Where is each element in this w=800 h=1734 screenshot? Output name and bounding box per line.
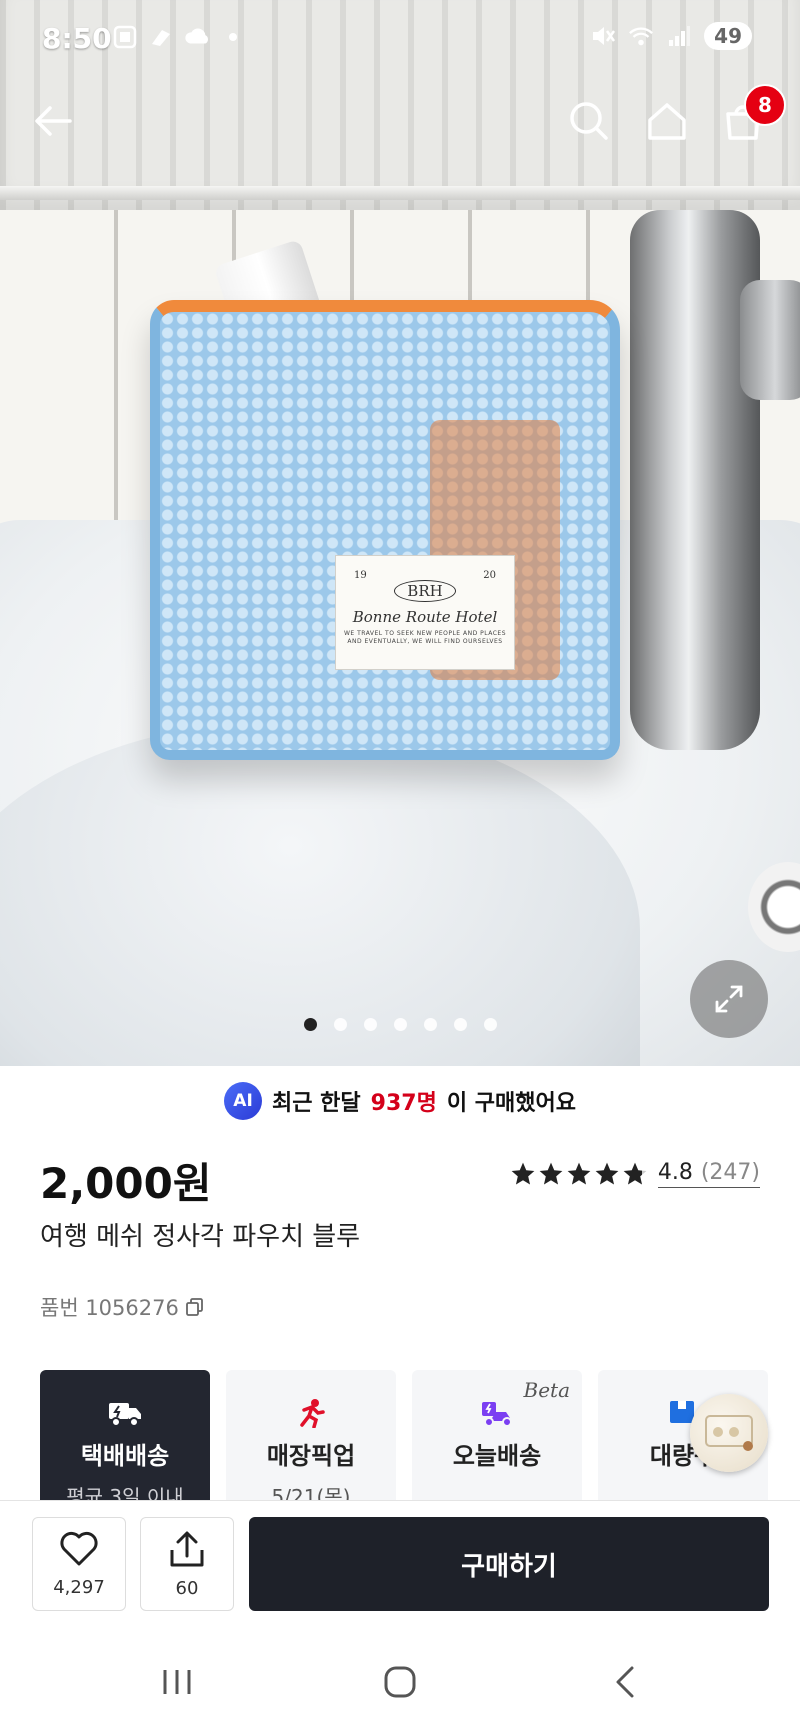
pouch-label: 19 20 BRH Bonne Route Hotel WE TRAVEL TO… xyxy=(335,555,515,670)
back-nav-icon[interactable] xyxy=(600,1660,650,1704)
review-count: (247) xyxy=(700,1160,760,1185)
delivery-option-today[interactable]: Beta 오늘배송 xyxy=(412,1370,582,1500)
label-year-left: 19 xyxy=(354,570,367,581)
share-count: 60 xyxy=(175,1577,199,1599)
delivery-title: 매장픽업 xyxy=(266,1442,356,1470)
label-tagline: WE TRAVEL TO SEEK NEW PEOPLE AND PLACES … xyxy=(343,629,507,645)
top-app-bar xyxy=(0,88,800,158)
search-icon[interactable] xyxy=(564,96,614,146)
delivery-option-store-pickup[interactable]: 매장픽업 5/21(목) xyxy=(226,1370,396,1500)
gallery-pagination xyxy=(0,1018,800,1031)
truck-icon xyxy=(108,1398,142,1428)
star-icon xyxy=(567,1162,591,1185)
sku-label: 품번 1056276 xyxy=(40,1296,179,1320)
bottom-action-bar: 4,297 60 구매하기 xyxy=(0,1500,800,1630)
notice-prefix: 최근 한달 xyxy=(272,1091,361,1116)
like-count: 4,297 xyxy=(53,1576,105,1598)
purchase-count: 937명 xyxy=(370,1091,437,1116)
product-price: 2,000원 xyxy=(40,1159,212,1208)
app-notification-icon xyxy=(148,24,174,50)
product-image-gallery[interactable]: 19 20 BRH Bonne Route Hotel WE TRAVEL TO… xyxy=(0,0,800,1066)
scooter-icon xyxy=(480,1398,514,1428)
rating-summary[interactable]: 4.8 (247) xyxy=(510,1160,760,1188)
heart-icon xyxy=(59,1531,99,1571)
delivery-options: 택배배송 평균 3일 이내 매장픽업 5/21(목) Beta 오늘배송 대량구 xyxy=(40,1370,800,1500)
label-script: Bonne Route Hotel xyxy=(352,607,498,626)
star-icon xyxy=(539,1162,563,1185)
product-sku: 품번 1056276 xyxy=(40,1292,205,1322)
gallery-dot[interactable] xyxy=(393,1018,407,1031)
floating-product-thumbnail[interactable] xyxy=(690,1394,768,1472)
wifi-icon xyxy=(628,23,654,49)
like-button[interactable]: 4,297 xyxy=(32,1517,126,1611)
faucet-arm xyxy=(740,280,800,400)
delivery-title: 택배배송 xyxy=(80,1442,170,1470)
label-brand-mark: BRH xyxy=(394,579,456,602)
rating-link[interactable]: 4.8 (247) xyxy=(657,1160,760,1188)
recent-purchase-notice: AI 최근 한달 937명 이 구매했어요 xyxy=(0,1082,800,1120)
cloud-icon xyxy=(184,24,210,50)
rating-stars xyxy=(510,1161,648,1187)
back-arrow-icon[interactable] xyxy=(28,96,78,146)
expand-icon xyxy=(715,985,743,1013)
notice-suffix: 이 구매했어요 xyxy=(446,1091,576,1116)
gallery-dot[interactable] xyxy=(333,1018,347,1031)
rating-score: 4.8 xyxy=(657,1160,693,1185)
recent-apps-icon[interactable] xyxy=(152,1660,202,1704)
star-icon xyxy=(595,1162,619,1185)
beta-tag: Beta xyxy=(523,1378,571,1402)
screenshot-icon xyxy=(112,24,138,50)
more-notifications-dot-icon xyxy=(220,24,246,50)
gallery-dot[interactable] xyxy=(363,1018,377,1031)
home-icon[interactable] xyxy=(642,96,692,146)
delivery-sub: 평균 3일 이내 xyxy=(66,1485,184,1500)
runner-icon xyxy=(294,1398,328,1429)
delivery-title: 오늘배송 xyxy=(452,1442,542,1470)
product-name: 여행 메쉬 정사각 파우치 블루 xyxy=(40,1222,361,1252)
star-icon xyxy=(511,1162,535,1185)
share-icon xyxy=(167,1530,207,1572)
gallery-dot[interactable] xyxy=(453,1018,467,1031)
system-navigation-bar xyxy=(0,1630,800,1734)
home-nav-icon[interactable] xyxy=(375,1660,425,1704)
battery-indicator: 49 xyxy=(704,22,752,50)
copy-icon[interactable] xyxy=(185,1297,205,1317)
mute-icon xyxy=(590,23,616,49)
gallery-dot[interactable] xyxy=(423,1018,437,1031)
label-year-right: 20 xyxy=(483,570,496,581)
star-icon xyxy=(623,1162,647,1185)
status-time: 8:50 xyxy=(42,22,112,55)
delivery-sub: 5/21(목) xyxy=(271,1485,351,1500)
ai-badge: AI xyxy=(224,1082,263,1120)
signal-icon xyxy=(666,23,692,49)
cart-count-badge: 8 xyxy=(744,84,786,126)
gallery-dot[interactable] xyxy=(483,1018,497,1031)
share-button[interactable]: 60 xyxy=(140,1517,234,1611)
gallery-dot[interactable] xyxy=(303,1018,317,1031)
status-bar: 8:50 49 xyxy=(0,0,800,80)
buy-button[interactable]: 구매하기 xyxy=(249,1517,769,1611)
faucet xyxy=(630,210,760,750)
delivery-option-parcel[interactable]: 택배배송 평균 3일 이내 xyxy=(40,1370,210,1500)
